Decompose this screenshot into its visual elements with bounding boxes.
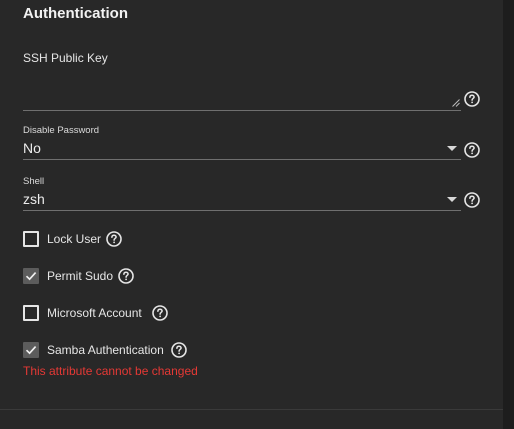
help-circle-icon[interactable]: [106, 231, 122, 247]
help-circle-icon[interactable]: [152, 305, 168, 321]
resize-grip-icon[interactable]: [452, 99, 460, 107]
microsoft-account-label[interactable]: Microsoft Account: [47, 306, 142, 320]
caret-down-icon: [447, 146, 457, 151]
disable-password-select[interactable]: No: [23, 139, 461, 160]
help-circle-icon[interactable]: [464, 142, 480, 158]
help-circle-icon[interactable]: [464, 91, 480, 107]
caret-down-icon: [447, 197, 457, 202]
shell-value: zsh: [23, 191, 45, 207]
help-circle-icon[interactable]: [464, 192, 480, 208]
ssh-key-field-wrapper: [23, 80, 461, 111]
check-icon: [25, 272, 37, 281]
lock-user-checkbox[interactable]: [23, 231, 39, 247]
shell-label: Shell: [23, 176, 45, 187]
samba-authentication-label[interactable]: Samba Authentication: [47, 343, 164, 357]
microsoft-account-checkbox[interactable]: [23, 305, 39, 321]
permit-sudo-checkbox[interactable]: [23, 268, 39, 284]
samba-authentication-checkbox[interactable]: [23, 342, 39, 358]
permit-sudo-label[interactable]: Permit Sudo: [47, 269, 113, 283]
disable-password-value: No: [23, 140, 41, 156]
help-circle-icon[interactable]: [171, 342, 187, 358]
ssh-key-label: SSH Public Key: [23, 51, 108, 65]
scrollbar-track[interactable]: [503, 0, 514, 429]
section-title: Authentication: [23, 5, 128, 22]
section-divider: [0, 409, 503, 410]
authentication-panel: Authentication SSH Public Key Disable Pa…: [0, 0, 503, 429]
shell-select[interactable]: zsh: [23, 190, 461, 211]
lock-user-label[interactable]: Lock User: [47, 232, 101, 246]
samba-error-message: This attribute cannot be changed: [23, 364, 198, 378]
disable-password-label: Disable Password: [23, 125, 100, 136]
check-icon: [25, 346, 37, 355]
ssh-key-textarea[interactable]: [23, 80, 461, 108]
help-circle-icon[interactable]: [118, 268, 134, 284]
